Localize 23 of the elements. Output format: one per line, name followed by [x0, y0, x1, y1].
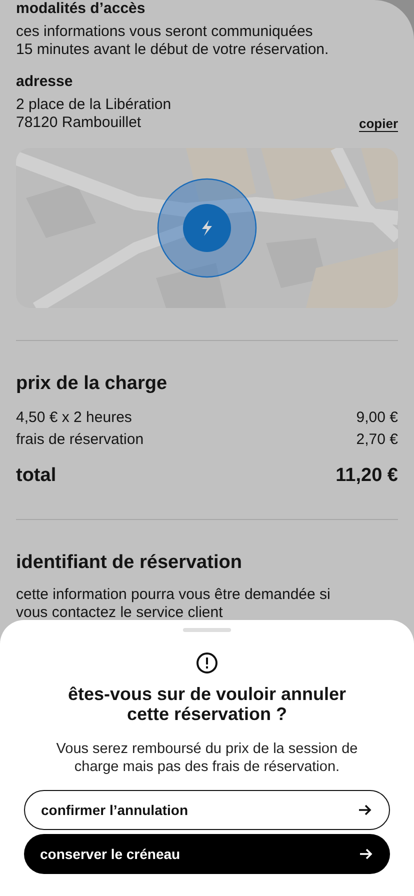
sheet-handle[interactable] — [183, 628, 231, 632]
dialog-message: Vous serez remboursé du prix de la session de charge mais pas des frais de réservation. — [56, 740, 358, 776]
price-value: 9,00 € — [356, 408, 398, 428]
total-value: 11,20 € — [336, 465, 398, 487]
price-label: frais de réservation — [16, 430, 144, 450]
access-info-text: ces informations vous seront communiquées 15 minutes avant le début de votre réservation. — [16, 23, 330, 59]
confirm-cancel-button[interactable]: confirmer l’annulation — [24, 790, 390, 830]
arrow-right-icon — [358, 846, 374, 862]
section-heading: identifiant de réservation — [16, 552, 243, 574]
charging-station-pin-icon[interactable] — [157, 178, 257, 278]
price-label: 4,50 € x 2 heures — [16, 408, 132, 428]
keep-slot-button[interactable]: conserver le créneau — [24, 834, 390, 874]
dialog-title: êtes-vous sur de vouloir annuler cette réservation ? — [68, 684, 346, 724]
price-value: 2,70 € — [356, 430, 398, 450]
section-heading: adresse — [16, 73, 74, 91]
booking-id-info-text: cette information pourra vous être demandée si vous contactez le service client — [16, 586, 332, 622]
warning-icon — [196, 652, 218, 674]
section-heading: prix de la charge — [16, 373, 168, 395]
section-heading: modalités d’accès — [16, 0, 146, 18]
arrow-right-icon — [357, 802, 373, 818]
address-text: 2 place de la Libération 78120 Rambouillet — [16, 96, 172, 132]
copy-link[interactable]: copier — [358, 116, 398, 132]
total-label: total — [16, 465, 56, 487]
